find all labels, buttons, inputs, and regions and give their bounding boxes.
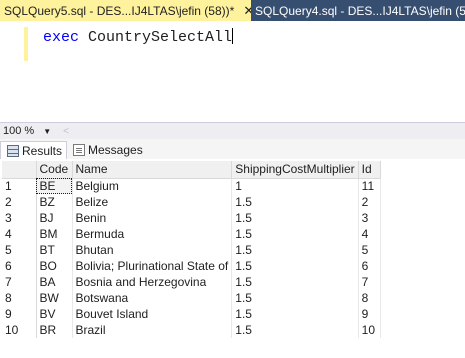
cell-name[interactable]: Belize bbox=[72, 194, 233, 210]
cell-shipping-multiplier[interactable]: 1.5 bbox=[231, 258, 359, 274]
row-number[interactable]: 9 bbox=[2, 306, 37, 322]
table-row[interactable]: 3 BJ Benin 1.5 3 bbox=[2, 210, 381, 226]
tab-label: SQLQuery5.sql - DES...IJ4LTAS\jefin (58)… bbox=[4, 3, 235, 18]
cell-name[interactable]: Benin bbox=[72, 210, 233, 226]
code-line[interactable]: exec CountrySelectAll bbox=[43, 28, 234, 46]
cell-code[interactable]: BT bbox=[36, 242, 73, 258]
row-number[interactable]: 5 bbox=[2, 242, 37, 258]
row-number[interactable]: 2 bbox=[2, 194, 37, 210]
results-table: Code Name ShippingCostMultiplier Id 1 BE B… bbox=[2, 161, 381, 338]
zoom-value: 100 % bbox=[3, 125, 35, 137]
zoom-dropdown[interactable]: 100 % ▼ bbox=[3, 125, 51, 137]
table-row[interactable]: 6 BO Bolivia; Plurinational State of 1.5 6 bbox=[2, 258, 381, 274]
table-row[interactable]: 7 BA Bosnia and Herzegovina 1.5 7 bbox=[2, 274, 381, 290]
row-number[interactable]: 6 bbox=[2, 258, 37, 274]
cell-id[interactable]: 2 bbox=[358, 194, 381, 210]
cell-name[interactable]: Bhutan bbox=[72, 242, 233, 258]
tab-results[interactable]: Results bbox=[0, 141, 68, 159]
cell-code[interactable]: BO bbox=[36, 258, 73, 274]
tab-label: SQLQuery4.sql - DES...IJ4LTAS\jefin (53) bbox=[255, 3, 465, 18]
table-row[interactable]: 8 BW Botswana 1.5 8 bbox=[2, 290, 381, 306]
cell-code[interactable]: BV bbox=[36, 306, 73, 322]
row-number[interactable]: 8 bbox=[2, 290, 37, 306]
cell-id[interactable]: 9 bbox=[358, 306, 381, 322]
cell-shipping-multiplier[interactable]: 1.5 bbox=[231, 194, 359, 210]
row-header-corner[interactable] bbox=[2, 161, 37, 179]
cell-id[interactable]: 11 bbox=[358, 178, 381, 194]
cell-name[interactable]: Brazil bbox=[72, 322, 233, 338]
table-row[interactable]: 10 BR Brazil 1.5 10 bbox=[2, 322, 381, 338]
cell-shipping-multiplier[interactable]: 1.5 bbox=[231, 274, 359, 290]
cell-name[interactable]: Bosnia and Herzegovina bbox=[72, 274, 233, 290]
cell-id[interactable]: 10 bbox=[358, 322, 381, 338]
header-row: Code Name ShippingCostMultiplier Id bbox=[2, 161, 381, 179]
cell-code[interactable]: BZ bbox=[36, 194, 73, 210]
cell-name[interactable]: Belgium bbox=[72, 178, 233, 194]
results-tab-strip: Results Messages bbox=[0, 139, 465, 159]
row-number[interactable]: 3 bbox=[2, 210, 37, 226]
cell-code[interactable]: BM bbox=[36, 226, 73, 242]
table-row[interactable]: 4 BM Bermuda 1.5 4 bbox=[2, 226, 381, 242]
cell-name[interactable]: Botswana bbox=[72, 290, 233, 306]
table-row[interactable]: 9 BV Bouvet Island 1.5 9 bbox=[2, 306, 381, 322]
cell-name[interactable]: Bermuda bbox=[72, 226, 233, 242]
cell-name[interactable]: Bolivia; Plurinational State of bbox=[72, 258, 233, 274]
cell-id[interactable]: 8 bbox=[358, 290, 381, 306]
tab-sqlquery5[interactable]: SQLQuery5.sql - DES...IJ4LTAS\jefin (58)… bbox=[0, 0, 254, 21]
column-header-name[interactable]: Name bbox=[72, 161, 233, 179]
cell-code[interactable]: BA bbox=[36, 274, 73, 290]
results-grid[interactable]: Code Name ShippingCostMultiplier Id 1 BE B… bbox=[0, 159, 465, 358]
cell-code[interactable]: BW bbox=[36, 290, 73, 306]
text-caret bbox=[232, 28, 234, 44]
change-indicator bbox=[24, 27, 28, 61]
zoom-bar: 100 % ▼ < bbox=[0, 122, 465, 139]
cell-id[interactable]: 4 bbox=[358, 226, 381, 242]
table-row[interactable]: 5 BT Bhutan 1.5 5 bbox=[2, 242, 381, 258]
tab-messages-label: Messages bbox=[88, 143, 143, 157]
row-number[interactable]: 4 bbox=[2, 226, 37, 242]
cell-shipping-multiplier[interactable]: 1.5 bbox=[231, 322, 359, 338]
column-header-shipping[interactable]: ShippingCostMultiplier bbox=[231, 161, 359, 179]
cell-shipping-multiplier[interactable]: 1 bbox=[231, 178, 359, 194]
cell-shipping-multiplier[interactable]: 1.5 bbox=[231, 306, 359, 322]
cell-shipping-multiplier[interactable]: 1.5 bbox=[231, 290, 359, 306]
cell-code[interactable]: BR bbox=[36, 322, 73, 338]
table-row[interactable]: 1 BE Belgium 1 11 bbox=[2, 178, 381, 194]
row-number[interactable]: 1 bbox=[2, 178, 37, 194]
cell-code[interactable]: BE bbox=[36, 178, 73, 194]
table-row[interactable]: 2 BZ Belize 1.5 2 bbox=[2, 194, 381, 210]
cell-shipping-multiplier[interactable]: 1.5 bbox=[231, 210, 359, 226]
messages-icon bbox=[73, 144, 86, 156]
grid-icon bbox=[7, 144, 19, 157]
cell-code[interactable]: BJ bbox=[36, 210, 73, 226]
chevron-down-icon: ▼ bbox=[43, 126, 52, 136]
cell-name[interactable]: Bouvet Island bbox=[72, 306, 233, 322]
query-editor[interactable]: exec CountrySelectAll bbox=[0, 21, 465, 122]
document-tab-strip: SQLQuery5.sql - DES...IJ4LTAS\jefin (58)… bbox=[0, 0, 465, 21]
cell-shipping-multiplier[interactable]: 1.5 bbox=[231, 242, 359, 258]
cell-id[interactable]: 3 bbox=[358, 210, 381, 226]
row-number[interactable]: 10 bbox=[2, 322, 37, 338]
row-number[interactable]: 7 bbox=[2, 274, 37, 290]
column-header-code[interactable]: Code bbox=[36, 161, 73, 179]
scroll-left-icon[interactable]: < bbox=[63, 126, 69, 137]
cell-id[interactable]: 6 bbox=[358, 258, 381, 274]
cell-id[interactable]: 5 bbox=[358, 242, 381, 258]
procedure-name: CountrySelectAll bbox=[88, 29, 233, 46]
tab-sqlquery4[interactable]: SQLQuery4.sql - DES...IJ4LTAS\jefin (53) bbox=[251, 0, 465, 21]
cell-id[interactable]: 7 bbox=[358, 274, 381, 290]
keyword-exec: exec bbox=[43, 29, 80, 46]
tab-results-label: Results bbox=[22, 143, 63, 158]
cell-shipping-multiplier[interactable]: 1.5 bbox=[231, 226, 359, 242]
tab-messages[interactable]: Messages bbox=[67, 141, 147, 159]
column-header-id[interactable]: Id bbox=[358, 161, 381, 179]
